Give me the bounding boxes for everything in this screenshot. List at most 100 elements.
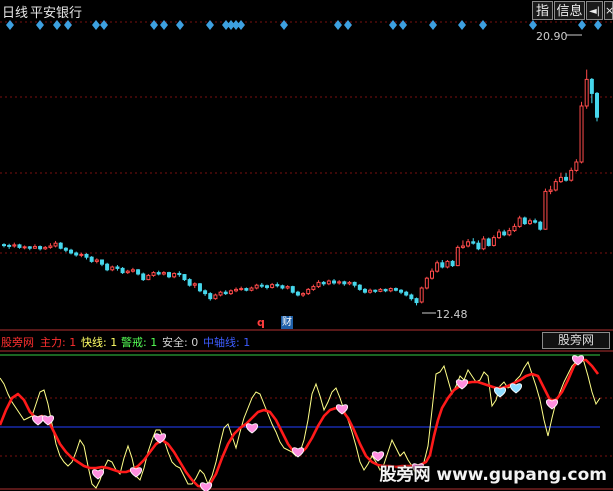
candle [270, 282, 275, 289]
candle [399, 289, 404, 295]
candle [435, 260, 440, 273]
candle-body [419, 287, 424, 303]
candle-body [79, 253, 84, 256]
candle [110, 265, 115, 272]
signal-diamond [92, 20, 100, 30]
candle [301, 292, 306, 297]
candle [409, 293, 414, 301]
candle [22, 245, 27, 250]
candle [507, 227, 512, 237]
candle-body [244, 288, 249, 291]
candle [228, 289, 233, 295]
candle [574, 159, 579, 172]
candle-body [22, 246, 27, 249]
candle [306, 288, 311, 295]
q-marker[interactable]: q [257, 316, 265, 329]
candle-body [239, 288, 244, 291]
indicator-select-button[interactable]: 股旁网 [542, 332, 610, 349]
candle [595, 92, 599, 122]
finance-marker[interactable]: 财 [281, 316, 293, 329]
candle-body [486, 238, 491, 246]
candle [450, 260, 455, 267]
candle [99, 259, 104, 267]
heart-icon [91, 469, 105, 480]
candle-body [120, 267, 125, 274]
candle [120, 267, 125, 274]
stock-name: 平安银行 [30, 6, 83, 21]
candle-body [564, 176, 569, 181]
candle-body [517, 217, 522, 227]
candle [538, 220, 543, 231]
candle-body [476, 242, 481, 250]
signal-diamond [36, 20, 44, 30]
candle [429, 268, 434, 280]
candle-body [595, 92, 599, 118]
info-button[interactable]: 信息 [554, 1, 585, 20]
indicator-name[interactable]: 股旁网 [1, 334, 34, 350]
candle-body [378, 288, 383, 292]
signal-diamond [458, 20, 466, 30]
candle-body [38, 246, 43, 250]
candle [481, 236, 486, 251]
heart-icon [545, 399, 559, 410]
candle [383, 288, 388, 293]
candle [321, 281, 326, 286]
candle-body [53, 242, 58, 247]
candle-body [130, 269, 135, 272]
candle [280, 284, 285, 290]
candle [239, 286, 244, 291]
candle-body [208, 293, 213, 300]
candle [32, 244, 37, 249]
candle-body [455, 246, 460, 267]
candle-body [569, 169, 574, 181]
candle-body [429, 270, 434, 279]
candle [12, 242, 17, 248]
candle-body [491, 237, 496, 246]
candle-body [105, 263, 110, 271]
candle-body [316, 281, 321, 288]
candle-body [94, 259, 99, 262]
close-icon[interactable]: × [604, 1, 613, 20]
heart-icon [509, 383, 523, 394]
signal-diamond [206, 20, 214, 30]
candle [471, 238, 476, 245]
candle-body [58, 242, 63, 249]
candle-body [259, 284, 264, 287]
candle-body [301, 293, 306, 296]
candle-body [27, 246, 32, 249]
candle-body [445, 260, 450, 268]
candle [285, 285, 290, 290]
price-chart[interactable] [0, 0, 613, 491]
pin-exit-icon[interactable]: ◄| [586, 1, 603, 20]
candle-body [32, 246, 37, 249]
candle-body [522, 217, 527, 225]
candle-body [182, 274, 187, 281]
candle-body [481, 238, 486, 250]
candle [249, 286, 254, 292]
candle [223, 290, 228, 295]
candle [527, 218, 532, 225]
candle-body [584, 78, 589, 107]
candle-body [197, 283, 202, 292]
candle-body [295, 291, 300, 296]
candle-body [574, 161, 579, 171]
candle [543, 188, 548, 230]
period-label[interactable]: 日线 [2, 2, 28, 21]
candle [347, 281, 352, 286]
signal-diamond [237, 20, 245, 30]
candle-body [249, 287, 254, 291]
candle [125, 269, 130, 274]
candle [244, 287, 249, 292]
candle-body [115, 266, 120, 269]
kline-chart-window[interactable]: 日线 平安银行 指 信息 ◄| × 20.90 12.48 q 财 股旁网 主力… [0, 0, 613, 491]
legend-safe: 安全: 0 [162, 336, 199, 349]
indicator-button[interactable]: 指 [532, 1, 553, 20]
legend-fast: 快线: 1 [81, 336, 118, 349]
candle [38, 245, 43, 251]
candle-body [254, 284, 259, 289]
candle [316, 280, 321, 288]
candle-body [321, 281, 326, 285]
watermark: 股旁网 www.gupang.com [379, 465, 607, 485]
signal-diamond [578, 20, 586, 30]
candle [43, 246, 48, 250]
